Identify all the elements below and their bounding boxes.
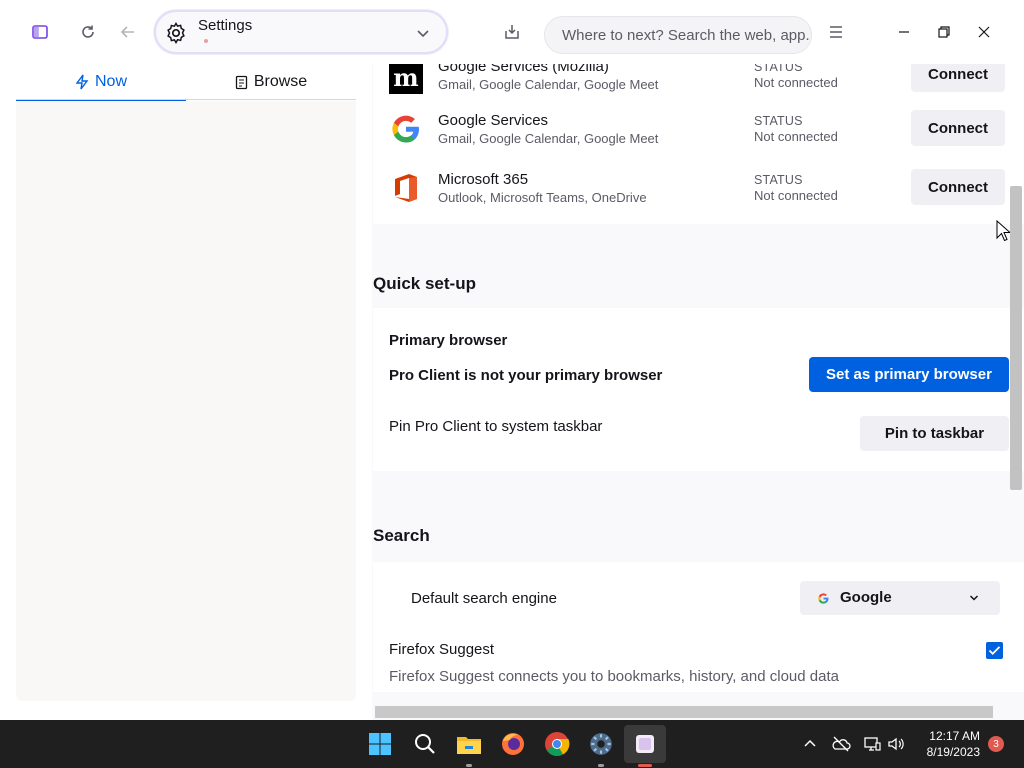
- connect-button[interactable]: Connect: [911, 169, 1005, 205]
- tab-now[interactable]: Now: [16, 64, 186, 102]
- service-status-label: STATUS: [754, 173, 803, 187]
- primary-browser-title: Primary browser: [389, 332, 508, 349]
- settings-content: m Google Services (Mozilla) Gmail, Googl…: [372, 64, 1024, 720]
- gear-icon: [167, 22, 185, 44]
- tab-indicator: [204, 39, 208, 43]
- service-row: Google Services Gmail, Google Calendar, …: [373, 110, 1013, 166]
- back-icon[interactable]: [116, 20, 140, 44]
- quick-setup-card: Primary browser Pro Client is not your p…: [373, 308, 1024, 471]
- connect-button[interactable]: Connect: [911, 110, 1005, 146]
- minimize-icon[interactable]: [892, 20, 916, 44]
- set-primary-browser-button[interactable]: Set as primary browser: [809, 357, 1009, 392]
- horizontal-scrollbar[interactable]: [375, 706, 993, 718]
- sidebar: Now Browse: [0, 64, 372, 720]
- tab-title: Settings: [198, 17, 253, 34]
- url-search-input[interactable]: Where to next? Search the web, app...: [544, 16, 812, 54]
- pin-to-taskbar-button[interactable]: Pin to taskbar: [860, 416, 1009, 451]
- search-heading: Search: [373, 526, 430, 545]
- mouse-cursor-icon: [996, 220, 1010, 242]
- service-status: Not connected: [754, 188, 838, 203]
- connect-button[interactable]: Connect: [911, 64, 1005, 92]
- service-status-label: STATUS: [754, 114, 803, 128]
- service-row: Microsoft 365 Outlook, Microsoft Teams, …: [373, 169, 1013, 225]
- chevron-down-icon[interactable]: [416, 26, 430, 40]
- file-explorer-icon[interactable]: [455, 730, 483, 758]
- firefox-suggest-checkbox[interactable]: [986, 642, 1003, 659]
- quick-setup-heading: Quick set-up: [373, 274, 476, 293]
- pro-client-app-icon[interactable]: [624, 725, 666, 763]
- tab-now-label: Now: [94, 73, 127, 90]
- mozilla-logo-icon: m: [389, 64, 423, 94]
- active-tab[interactable]: Settings: [154, 10, 448, 54]
- reload-icon[interactable]: [76, 20, 100, 44]
- default-search-engine-label: Default search engine: [411, 590, 557, 607]
- sidebar-toggle-icon[interactable]: [28, 20, 52, 44]
- google-logo-icon: [392, 115, 419, 143]
- google-logo-icon: [818, 593, 829, 604]
- windows-taskbar: 12:17 AM 8/19/2023 3: [0, 720, 1024, 768]
- services-card: m Google Services (Mozilla) Gmail, Googl…: [373, 64, 1024, 224]
- service-name: Google Services (Mozilla): [438, 64, 609, 75]
- notification-badge[interactable]: 3: [988, 736, 1004, 752]
- sidebar-tabs: Now Browse: [16, 64, 356, 102]
- service-status: Not connected: [754, 75, 838, 90]
- browser-toolbar: Settings Where to next? Search the web, …: [0, 0, 1024, 64]
- service-status: Not connected: [754, 129, 838, 144]
- settings-app-icon[interactable]: [587, 730, 615, 758]
- onedrive-icon[interactable]: [831, 734, 851, 754]
- service-name: Microsoft 365: [438, 171, 529, 188]
- menu-icon[interactable]: [824, 20, 848, 44]
- tab-browse[interactable]: Browse: [186, 64, 356, 100]
- service-status-label: STATUS: [754, 64, 803, 74]
- document-icon: [235, 75, 247, 89]
- windows-start-icon[interactable]: [366, 730, 394, 758]
- tab-browse-label: Browse: [253, 73, 308, 90]
- search-engine-select[interactable]: Google: [800, 581, 1000, 615]
- firefox-suggest-title: Firefox Suggest: [389, 641, 495, 658]
- volume-icon[interactable]: [886, 734, 906, 754]
- chevron-down-icon: [969, 595, 979, 601]
- primary-browser-message: Pro Client is not your primary browser: [389, 367, 663, 384]
- service-row: m Google Services (Mozilla) Gmail, Googl…: [373, 64, 1013, 112]
- active-app-indicator: [638, 764, 652, 767]
- sidebar-panel: [16, 101, 356, 701]
- running-app-indicator: [598, 764, 604, 767]
- search-icon[interactable]: [411, 730, 439, 758]
- service-name: Google Services: [438, 112, 549, 129]
- network-icon[interactable]: [862, 734, 882, 754]
- lightning-icon: [75, 74, 89, 90]
- search-card: Default search engine Google Firefox Sug…: [373, 562, 1024, 692]
- service-desc: Outlook, Microsoft Teams, OneDrive: [438, 190, 647, 205]
- checkmark-icon: [988, 646, 1001, 655]
- search-engine-value: Google: [840, 589, 892, 606]
- vertical-scrollbar[interactable]: [1010, 186, 1022, 490]
- restore-icon[interactable]: [932, 20, 956, 44]
- firefox-icon[interactable]: [499, 730, 527, 758]
- chrome-icon[interactable]: [543, 730, 571, 758]
- running-app-indicator: [466, 764, 472, 767]
- close-icon[interactable]: [972, 20, 996, 44]
- service-desc: Gmail, Google Calendar, Google Meet: [438, 77, 659, 92]
- clock-time: 12:17 AM: [929, 729, 980, 743]
- taskbar-clock[interactable]: 12:17 AM 8/19/2023: [912, 728, 980, 760]
- pin-taskbar-label: Pin Pro Client to system taskbar: [389, 418, 603, 435]
- chevron-up-icon[interactable]: [800, 734, 820, 754]
- firefox-suggest-desc: Firefox Suggest connects you to bookmark…: [389, 668, 839, 685]
- office-logo-icon: [395, 174, 417, 202]
- downloads-icon[interactable]: [500, 20, 524, 44]
- service-desc: Gmail, Google Calendar, Google Meet: [438, 131, 659, 146]
- clock-date: 8/19/2023: [926, 745, 980, 759]
